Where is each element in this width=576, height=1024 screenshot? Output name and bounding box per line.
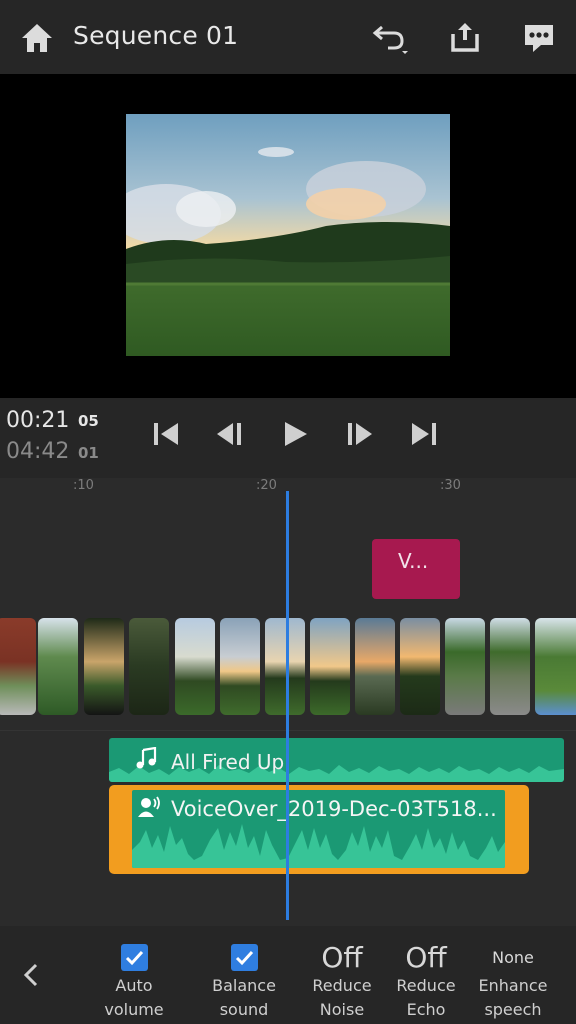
title-clip[interactable]: V... bbox=[372, 539, 460, 599]
back-chevron-icon[interactable] bbox=[20, 962, 42, 988]
checkmark-icon bbox=[235, 950, 253, 966]
go-to-start-icon[interactable] bbox=[151, 420, 181, 448]
option-label: Balance bbox=[212, 976, 276, 995]
video-thumbnail[interactable] bbox=[0, 618, 36, 715]
video-thumbnail[interactable] bbox=[265, 618, 305, 715]
video-thumbnail[interactable] bbox=[38, 618, 78, 715]
reduce-noise-value: Off bbox=[321, 941, 363, 974]
auto-volume-checkbox[interactable] bbox=[120, 944, 148, 971]
balance-sound-checkbox[interactable] bbox=[230, 944, 258, 971]
share-icon[interactable] bbox=[449, 20, 481, 54]
voiceover-icon bbox=[138, 796, 160, 817]
voiceover-clip-name: VoiceOver_2019-Dec-03T518... bbox=[171, 797, 497, 821]
reduce-noise-option[interactable]: Off Reduce Noise bbox=[300, 942, 384, 1022]
auto-volume-option[interactable]: Auto volume bbox=[92, 942, 176, 1022]
video-thumbnail[interactable] bbox=[175, 618, 215, 715]
transport-bar: 00:21 05 04:42 01 bbox=[0, 398, 576, 478]
video-thumbnail[interactable] bbox=[535, 618, 576, 715]
video-thumbnail[interactable] bbox=[400, 618, 440, 715]
music-clip[interactable]: All Fired Up bbox=[109, 738, 564, 782]
video-thumbnail[interactable] bbox=[84, 618, 124, 715]
duration-frame: 01 bbox=[78, 444, 99, 462]
option-label: Noise bbox=[319, 1000, 365, 1019]
video-preview[interactable] bbox=[0, 74, 576, 398]
video-thumbnail[interactable] bbox=[220, 618, 260, 715]
voiceover-clip[interactable]: VoiceOver_2019-Dec-03T518... bbox=[132, 790, 505, 868]
ruler-tick: :30 bbox=[440, 478, 461, 493]
video-thumbnail[interactable] bbox=[310, 618, 350, 715]
top-bar: Sequence 01 bbox=[0, 0, 576, 74]
music-clip-name: All Fired Up bbox=[171, 750, 285, 774]
go-to-end-icon[interactable] bbox=[409, 420, 439, 448]
current-timecode: 00:21 bbox=[6, 408, 70, 433]
step-back-icon[interactable] bbox=[215, 420, 245, 448]
step-forward-icon[interactable] bbox=[344, 420, 374, 448]
option-label: sound bbox=[219, 1000, 269, 1019]
home-icon[interactable] bbox=[20, 22, 54, 54]
voiceover-clip-selected[interactable]: VoiceOver_2019-Dec-03T518... bbox=[109, 785, 529, 874]
reduce-echo-value: Off bbox=[405, 941, 447, 974]
play-icon[interactable] bbox=[281, 420, 311, 448]
option-label: Auto bbox=[115, 976, 153, 995]
music-note-icon bbox=[136, 747, 157, 769]
sequence-title: Sequence 01 bbox=[73, 21, 239, 50]
feedback-icon[interactable] bbox=[522, 22, 556, 54]
video-thumbnail[interactable] bbox=[129, 618, 169, 715]
duration-timecode: 04:42 bbox=[6, 439, 70, 464]
playhead[interactable] bbox=[286, 491, 289, 920]
title-clip-label: V... bbox=[398, 549, 429, 573]
ruler-tick: :20 bbox=[256, 478, 277, 493]
option-label: Reduce bbox=[312, 976, 372, 995]
current-frame: 05 bbox=[78, 412, 99, 430]
undo-icon[interactable] bbox=[372, 21, 410, 55]
preview-frame-image bbox=[126, 114, 450, 356]
option-label: Enhance bbox=[478, 976, 548, 995]
checkmark-icon bbox=[125, 950, 143, 966]
option-label: volume bbox=[104, 1000, 164, 1019]
ruler-tick: :10 bbox=[73, 478, 94, 493]
video-thumbnail[interactable] bbox=[355, 618, 395, 715]
video-thumbnail[interactable] bbox=[490, 618, 530, 715]
enhance-speech-option[interactable]: None Enhance speech bbox=[471, 942, 555, 1022]
audio-options-bar: Auto volume Balance sound Off Reduce Noi… bbox=[0, 926, 576, 1024]
video-thumbnail[interactable] bbox=[445, 618, 485, 715]
option-label: Reduce bbox=[396, 976, 456, 995]
enhance-speech-value: None bbox=[492, 948, 534, 967]
option-label: speech bbox=[484, 1000, 542, 1019]
reduce-echo-option[interactable]: Off Reduce Echo bbox=[384, 942, 468, 1022]
balance-sound-option[interactable]: Balance sound bbox=[202, 942, 286, 1022]
option-label: Echo bbox=[406, 1000, 446, 1019]
